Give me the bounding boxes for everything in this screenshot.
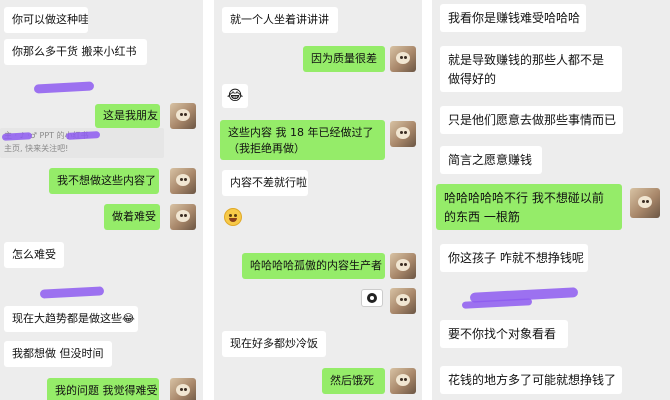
chat-panel-3[interactable]: 我看你是赚钱难受哈哈哈 就是导致赚钱的那些人都不是做得好的 只是他们愿意去做那些…	[432, 0, 670, 400]
self-avatar[interactable]	[170, 103, 196, 129]
self-avatar[interactable]	[390, 46, 416, 72]
avatar-eye	[400, 56, 403, 59]
avatar-face	[176, 174, 190, 186]
avatar-eye	[180, 388, 183, 391]
avatar-face	[176, 210, 190, 222]
message-bubble-incoming[interactable]: 要不你找个对象看看	[440, 320, 568, 348]
avatar-face	[396, 259, 410, 271]
message-bubble-incoming[interactable]: 我都想做 但没时间	[4, 341, 112, 367]
avatar-eye	[404, 298, 407, 301]
message-bubble-outgoing[interactable]: 然后饿死	[322, 368, 385, 394]
avatar-eye	[646, 200, 649, 203]
self-avatar[interactable]	[390, 253, 416, 279]
avatar-face	[396, 52, 410, 64]
share-card-line: 主页, 快来关注吧!	[4, 144, 69, 153]
message-bubble-incoming[interactable]: 就是导致赚钱的那些人都不是做得好的	[440, 46, 622, 92]
emoji-message[interactable]: 😂	[222, 84, 248, 108]
self-avatar[interactable]	[390, 368, 416, 394]
self-avatar[interactable]	[630, 188, 660, 218]
avatar-face	[396, 374, 410, 386]
message-bubble-incoming[interactable]: 只是他们愿意去做那些事情而已	[440, 106, 623, 134]
avatar-face	[396, 127, 410, 139]
avatar-eye	[180, 214, 183, 217]
message-bubble-incoming[interactable]: 内容不差就行啦	[222, 170, 308, 196]
self-avatar[interactable]	[390, 121, 416, 147]
message-bubble-incoming[interactable]: 你那么多干货 搬来小红书	[4, 39, 147, 65]
avatar-eye	[180, 113, 183, 116]
smiley-eye	[234, 214, 237, 217]
avatar-eye	[184, 214, 187, 217]
panda-sticker-icon[interactable]	[361, 289, 383, 307]
smiley-mouth	[229, 218, 237, 222]
avatar-face	[396, 294, 410, 306]
avatar-eye	[404, 131, 407, 134]
message-bubble-incoming[interactable]: 就一个人坐着讲讲讲	[222, 7, 338, 33]
avatar-eye	[400, 263, 403, 266]
redaction-scribble	[33, 81, 95, 94]
avatar-eye	[404, 378, 407, 381]
message-bubble-outgoing[interactable]: 这是我朋友	[95, 104, 160, 128]
message-bubble-incoming[interactable]: 我看你是赚钱难受哈哈哈	[440, 4, 586, 32]
self-avatar[interactable]	[170, 204, 196, 230]
avatar-face	[638, 196, 652, 208]
avatar-face	[176, 384, 190, 396]
message-bubble-outgoing[interactable]: 我的问题 我觉得难受	[47, 378, 159, 400]
laughing-emoji-icon: 😂	[226, 88, 244, 104]
avatar-eye	[400, 131, 403, 134]
avatar-eye	[400, 378, 403, 381]
self-avatar[interactable]	[170, 168, 196, 194]
message-bubble-outgoing[interactable]: 做着难受	[104, 204, 160, 230]
avatar-eye	[184, 113, 187, 116]
avatar-eye	[400, 298, 403, 301]
message-bubble-incoming[interactable]: 简言之愿意赚钱	[440, 146, 542, 174]
thinking-face-icon[interactable]	[224, 208, 242, 226]
message-bubble-incoming[interactable]: 现在大趋势都是做这些😂	[4, 306, 138, 332]
avatar-eye	[404, 56, 407, 59]
message-bubble-incoming[interactable]: 怎么难受	[4, 242, 64, 268]
avatar-eye	[184, 178, 187, 181]
self-avatar[interactable]	[390, 288, 416, 314]
avatar-face	[176, 109, 190, 121]
redaction-scribble	[39, 286, 105, 299]
message-bubble-incoming[interactable]: 你可以做这种哇	[4, 7, 88, 33]
avatar-eye	[642, 200, 645, 203]
message-bubble-outgoing[interactable]: 哈哈哈哈孤傲的内容生产者	[242, 253, 385, 279]
sticker-eye	[370, 296, 374, 300]
chat-screenshot-collage: 你可以做这种哇 你那么多干货 搬来小红书 这是我朋友 主 · ♪ ·♂ PPT …	[0, 0, 670, 400]
message-bubble-incoming[interactable]: 花钱的地方多了可能就想挣钱了	[440, 366, 622, 394]
smiley-eye	[229, 214, 232, 217]
self-avatar[interactable]	[170, 378, 196, 400]
message-bubble-outgoing[interactable]: 哈哈哈哈哈不行 我不想碰以前的东西 一根筋	[436, 184, 622, 230]
message-bubble-incoming[interactable]: 现在好多都炒冷饭	[222, 331, 326, 357]
chat-panel-2[interactable]: 就一个人坐着讲讲讲 因为质量很差 😂 这些内容 我 18 年已经做过了 （我拒绝…	[214, 0, 422, 400]
avatar-eye	[180, 178, 183, 181]
message-bubble-incoming[interactable]: 你这孩子 咋就不想挣钱呢	[440, 244, 588, 272]
message-bubble-outgoing[interactable]: 这些内容 我 18 年已经做过了 （我拒绝再做）	[220, 120, 385, 160]
message-bubble-outgoing[interactable]: 我不想做这些内容了	[49, 168, 159, 194]
avatar-eye	[184, 388, 187, 391]
avatar-eye	[404, 263, 407, 266]
chat-panel-1[interactable]: 你可以做这种哇 你那么多干货 搬来小红书 这是我朋友 主 · ♪ ·♂ PPT …	[0, 0, 203, 400]
message-bubble-outgoing[interactable]: 因为质量很差	[303, 46, 385, 72]
